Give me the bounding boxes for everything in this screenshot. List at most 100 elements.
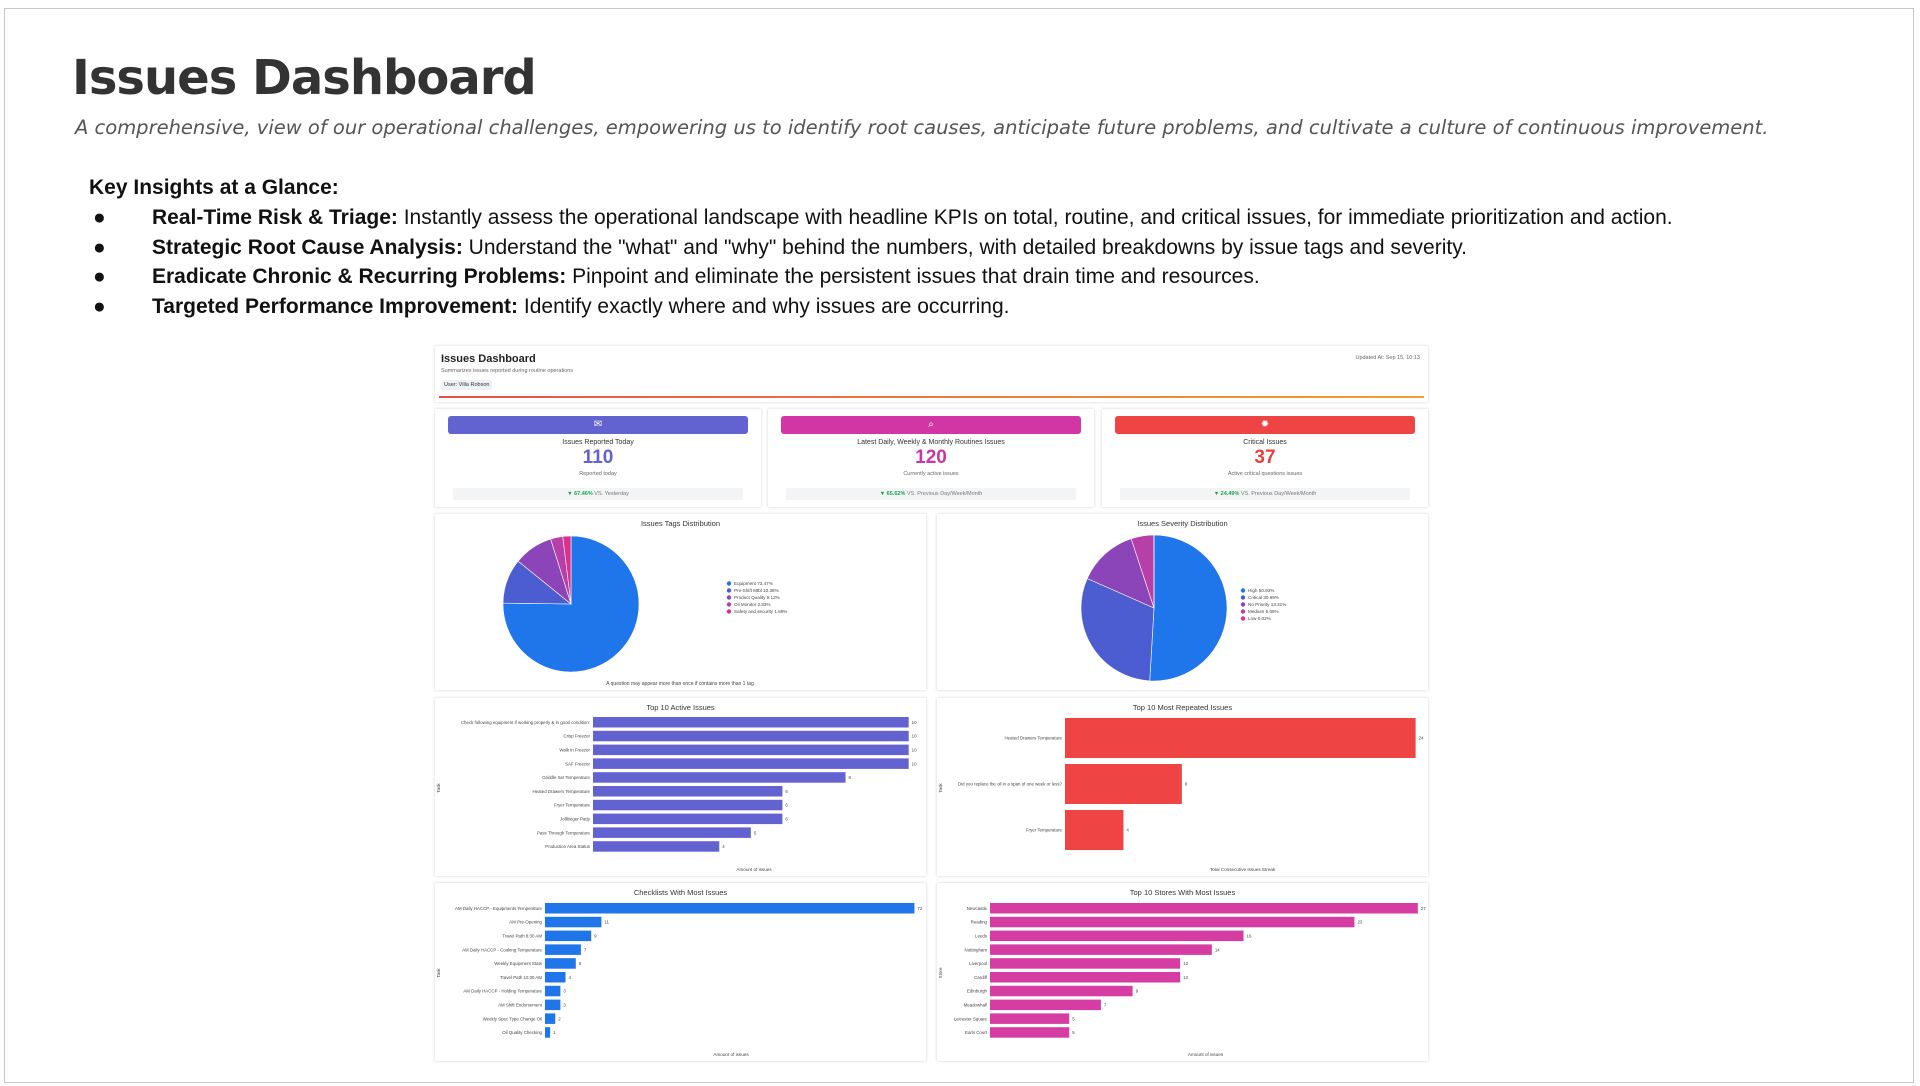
legend-entry: No Priority 13.31% [1248, 602, 1286, 607]
value-label: 10 [912, 747, 917, 752]
insight-label: Strategic Root Cause Analysis: [152, 235, 463, 259]
kpi-change: ▼ 67.46% [567, 491, 593, 497]
category-label: AM Daily HACCP - Holding Temperature [463, 989, 542, 994]
value-label: 12 [1183, 975, 1188, 980]
value-label: 11 [604, 920, 609, 925]
kpi-comparison-label: VS. Yesterday [594, 491, 629, 497]
bar [593, 827, 751, 838]
value-label: 7 [1104, 1002, 1107, 1007]
page-title: Issues Dashboard [72, 50, 537, 106]
y-axis-label: Store [938, 967, 943, 978]
kpi-caption: Reported today [579, 471, 617, 477]
bar [990, 1027, 1070, 1038]
bar [990, 985, 1133, 997]
value-label: 9 [1136, 989, 1139, 994]
category-label: Reading [971, 920, 988, 925]
value-label: 14 [1215, 947, 1220, 952]
kpi-label: Issues Reported Today [562, 439, 634, 446]
bullet-icon: ● [93, 235, 106, 259]
key-insights: Key Insights at a Glance: ● Real-Time Ri… [89, 176, 1673, 324]
kpi-value: 110 [582, 447, 614, 468]
checklists-card: Checklists With Most Issues AM Daily HAC… [435, 883, 926, 1061]
legend-swatch [726, 595, 732, 600]
bar [593, 758, 909, 769]
severity-pie-chart: High 50.93% Critical 30.69% No Priority 13… [1080, 534, 1286, 682]
category-label: Fryer Temperature [1026, 828, 1063, 833]
category-label: Cardiff [974, 975, 988, 980]
insight-text: Understand the "what" and "why" behind t… [468, 235, 1467, 259]
checklist-search-icon: ⌕ [781, 416, 1081, 434]
legend-swatch [1240, 595, 1246, 600]
bar [545, 999, 561, 1011]
value-label: 8 [849, 775, 852, 780]
bar [990, 958, 1181, 969]
bar [545, 903, 915, 914]
value-label: 24 [1419, 736, 1424, 741]
legend-entry: Pre-Shift Mtbl 10.38% [734, 588, 779, 593]
bar [545, 985, 561, 997]
kpi-value: 120 [915, 447, 947, 468]
legend-entry: High 50.93% [1248, 588, 1274, 593]
value-label: 7 [584, 947, 587, 952]
virus-icon: ✹ [1115, 416, 1415, 434]
kpi-comparison-label: VS. Previous Day/Week/Month [906, 491, 983, 497]
bar [593, 786, 783, 797]
category-label: Jollibeger Patty [560, 816, 591, 821]
active-issues-card: Top 10 Active Issues Check following equ… [435, 698, 926, 876]
category-label: SAF Freezer [565, 761, 590, 766]
bar [593, 799, 783, 811]
value-label: 23 [1357, 920, 1362, 925]
value-label: 4 [1126, 828, 1129, 833]
value-label: 5 [1072, 1016, 1075, 1021]
bar [545, 944, 581, 955]
insight-item: ● Eradicate Chronic & Recurring Problems… [89, 265, 1260, 295]
bar [1065, 764, 1182, 804]
category-label: Newcastle [967, 906, 988, 911]
bar [545, 972, 566, 983]
category-label: Leicester Square [954, 1016, 988, 1021]
insight-item: ● Real-Time Risk & Triage: Instantly ass… [89, 206, 1673, 236]
category-label: Liverpool [969, 961, 987, 966]
category-label: Earls Court [965, 1030, 988, 1035]
value-label: 5 [1072, 1030, 1075, 1035]
category-label: AM Shift Endorsement [498, 1002, 543, 1007]
user-badge: User: Villa Robson [441, 380, 493, 390]
insights-heading: Key Insights at a Glance: [89, 176, 339, 199]
category-label: Oil Quality Checking [502, 1030, 542, 1035]
chat-bubble-icon: ✉ [448, 416, 748, 434]
value-label: 12 [1183, 961, 1188, 966]
bar [990, 999, 1101, 1011]
legend-swatch [726, 609, 732, 614]
page-subtitle: A comprehensive, view of our operational… [75, 116, 1769, 139]
bar [990, 1013, 1070, 1024]
legend-entry: Low 0.02% [1248, 616, 1271, 621]
value-label: 5 [754, 830, 757, 835]
value-label: 9 [594, 933, 597, 938]
bar [1065, 810, 1124, 850]
kpi-comparison: ▼ 67.46% VS. Yesterday [453, 488, 743, 500]
insight-text: Instantly assess the operational landsca… [403, 206, 1673, 229]
legend-swatch [726, 581, 732, 586]
bar [545, 1013, 556, 1024]
value-label: 6 [785, 803, 788, 808]
legend-swatch [726, 602, 732, 607]
category-label: Leeds [975, 933, 988, 938]
bar [593, 841, 720, 852]
bullet-icon: ● [93, 294, 106, 318]
chart-footnote: A question may appear more than once if … [606, 681, 754, 687]
category-label: Check following equipment if working pro… [461, 720, 590, 725]
insight-text: Identify exactly where and why issues ar… [523, 294, 1010, 318]
bullet-icon: ● [93, 265, 106, 288]
bar [1065, 718, 1416, 758]
tags-pie-card: Issues Tags Distribution Equipment 73.47… [435, 514, 926, 690]
category-label: Walk in Freezer [559, 747, 590, 752]
value-label: 10 [912, 734, 917, 739]
stores-bar-chart: Newcastle 27 Reading 23 Leeds 16 Nottingham 14 L… [938, 903, 1426, 1057]
kpi-caption: Active critical questions issues [1227, 471, 1303, 477]
insight-item: ● Strategic Root Cause Analysis: Underst… [89, 235, 1467, 266]
insight-label: Eradicate Chronic & Recurring Problems: [152, 265, 567, 288]
legend-entry: Critical 30.69% [1248, 595, 1279, 600]
bar [545, 930, 592, 942]
value-label: 10 [912, 720, 917, 725]
category-label: Heated Drawers Temperature [1004, 736, 1062, 741]
